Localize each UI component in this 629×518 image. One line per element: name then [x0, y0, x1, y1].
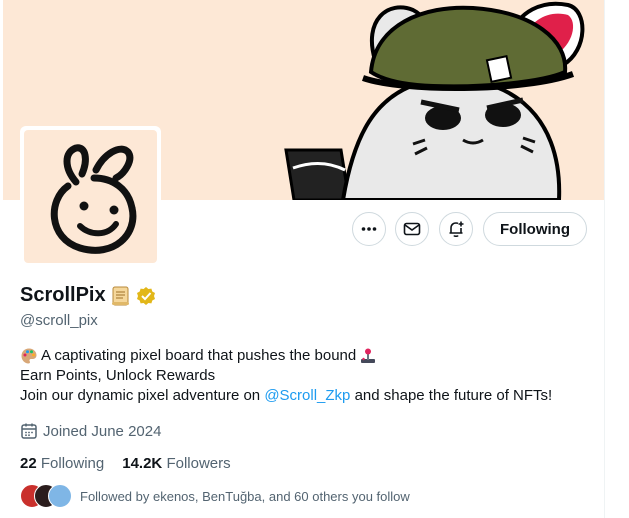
followers-count: 14.2K — [122, 455, 163, 472]
joined-text: Joined June 2024 — [43, 422, 162, 440]
bio-line-1: A captivating pixel board that pushes th… — [20, 346, 552, 366]
profile-panel: Following ScrollPix @scroll_pix A captiv… — [0, 0, 605, 518]
verified-gold-badge-icon[interactable] — [136, 286, 156, 306]
bunny-logo-icon — [50, 144, 137, 254]
notifications-button[interactable] — [439, 212, 473, 246]
profile-name-row: ScrollPix — [20, 284, 156, 307]
followed-by-avatars — [20, 484, 72, 508]
mention-link[interactable]: @Scroll_Zkp — [264, 386, 350, 406]
following-stat-label: Following — [40, 455, 105, 472]
calendar-icon — [21, 423, 37, 439]
profile-avatar-frame[interactable] — [20, 126, 161, 267]
following-stat[interactable]: 22 Following — [20, 455, 104, 472]
palette-icon — [21, 348, 37, 364]
followers-stat[interactable]: 14.2K Followers — [122, 455, 230, 472]
following-count: 22 — [20, 455, 37, 472]
more-button[interactable] — [352, 212, 386, 246]
bio-line-3-after: and shape the future of NFTs! — [350, 387, 553, 404]
more-icon — [361, 227, 377, 231]
avatar[interactable] — [24, 130, 157, 263]
bio-line-3-before: Join our dynamic pixel adventure on — [20, 387, 265, 404]
followed-by-row[interactable]: Followed by ekenos, BenTuğba, and 60 oth… — [20, 484, 410, 508]
bio-line-3: Join our dynamic pixel adventure on @Scr… — [20, 386, 552, 406]
following-button[interactable]: Following — [483, 212, 587, 246]
display-name: ScrollPix — [20, 284, 106, 306]
followers-stat-label: Followers — [166, 455, 231, 472]
bio-line-2: Earn Points, Unlock Rewards — [20, 367, 216, 384]
joystick-icon — [361, 348, 376, 363]
following-button-label: Following — [500, 220, 570, 238]
scroll-icon — [111, 286, 129, 305]
bell-plus-icon — [449, 221, 464, 238]
mail-icon — [403, 222, 421, 236]
profile-handle: @scroll_pix — [20, 312, 98, 329]
followed-by-text: Followed by ekenos, BenTuğba, and 60 oth… — [80, 488, 410, 504]
bio-line-1-text: A captivating pixel board that pushes th… — [41, 347, 357, 364]
profile-bio: A captivating pixel board that pushes th… — [20, 346, 552, 406]
follow-stats: 22 Following 14.2K Followers — [20, 455, 231, 472]
message-button[interactable] — [395, 212, 429, 246]
joined-date: Joined June 2024 — [20, 422, 161, 440]
mini-avatar — [48, 484, 72, 508]
